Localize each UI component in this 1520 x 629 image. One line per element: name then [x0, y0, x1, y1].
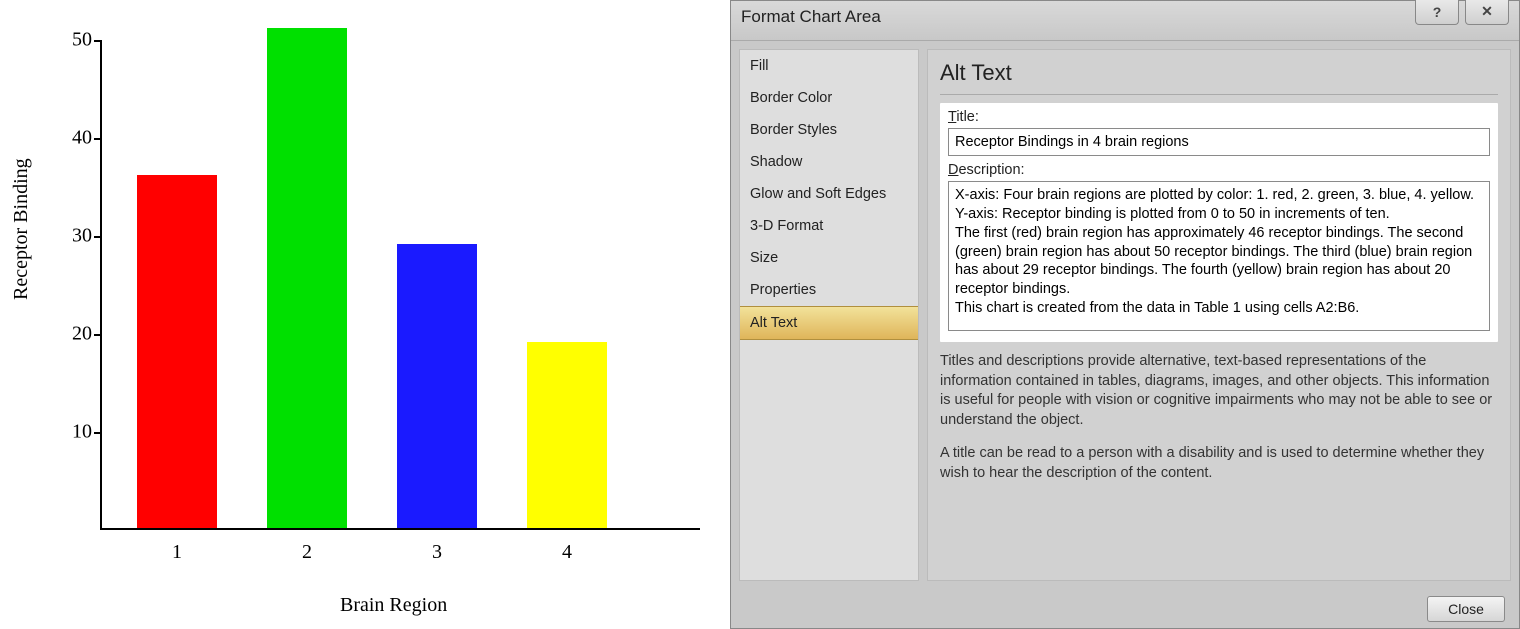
- y-tick-label: 20: [52, 323, 92, 346]
- titlebar: Format Chart Area ? ✕: [731, 1, 1519, 41]
- close-window-button[interactable]: ✕: [1465, 0, 1509, 25]
- format-chart-area-dialog: Format Chart Area ? ✕ FillBorder ColorBo…: [730, 0, 1520, 629]
- alt-text-panel: Alt Text Title: Description: Titles and …: [927, 49, 1511, 581]
- y-tick-label: 30: [52, 225, 92, 248]
- bar-3: [397, 244, 477, 528]
- sidebar-item-size[interactable]: Size: [740, 242, 918, 274]
- sidebar-item-border-styles[interactable]: Border Styles: [740, 114, 918, 146]
- title-field-label: Title:: [948, 109, 1490, 125]
- x-axis-label: Brain Region: [340, 594, 447, 617]
- y-tick-label: 10: [52, 421, 92, 444]
- sidebar-item-glow-and-soft-edges[interactable]: Glow and Soft Edges: [740, 178, 918, 210]
- panel-heading: Alt Text: [940, 56, 1498, 95]
- bar-4: [527, 342, 607, 528]
- bar-1: [137, 175, 217, 528]
- y-tick-label: 50: [52, 29, 92, 52]
- y-tick: [94, 334, 102, 336]
- info-paragraph-1: Titles and descriptions provide alternat…: [940, 352, 1498, 430]
- y-tick: [94, 40, 102, 42]
- info-text: Titles and descriptions provide alternat…: [940, 352, 1498, 483]
- x-tick-label: 1: [137, 541, 217, 564]
- dialog-body: FillBorder ColorBorder StylesShadowGlow …: [731, 41, 1519, 589]
- alt-text-description-input[interactable]: [948, 181, 1490, 331]
- dialog-title: Format Chart Area: [741, 7, 881, 27]
- sidebar-item-shadow[interactable]: Shadow: [740, 146, 918, 178]
- y-tick: [94, 236, 102, 238]
- sidebar: FillBorder ColorBorder StylesShadowGlow …: [739, 49, 919, 581]
- help-button[interactable]: ?: [1415, 0, 1459, 25]
- sidebar-item-3-d-format[interactable]: 3-D Format: [740, 210, 918, 242]
- dialog-panel: Format Chart Area ? ✕ FillBorder ColorBo…: [730, 0, 1520, 629]
- y-tick: [94, 432, 102, 434]
- y-tick-label: 40: [52, 127, 92, 150]
- alt-text-title-input[interactable]: [948, 128, 1490, 156]
- plot-area: 10203040501234: [100, 40, 700, 530]
- bar-2: [267, 28, 347, 528]
- sidebar-item-alt-text[interactable]: Alt Text: [740, 306, 918, 340]
- sidebar-item-properties[interactable]: Properties: [740, 274, 918, 306]
- x-tick-label: 3: [397, 541, 477, 564]
- description-field-label: Description:: [948, 162, 1490, 178]
- sidebar-item-border-color[interactable]: Border Color: [740, 82, 918, 114]
- sidebar-item-fill[interactable]: Fill: [740, 50, 918, 82]
- x-tick-label: 4: [527, 541, 607, 564]
- chart-panel: Receptor Binding 10203040501234 Brain Re…: [0, 0, 730, 629]
- dialog-footer: Close: [731, 589, 1519, 629]
- info-paragraph-2: A title can be read to a person with a d…: [940, 444, 1498, 483]
- bars-container: [102, 40, 700, 528]
- y-axis-label: Receptor Binding: [10, 158, 33, 300]
- fields-group: Title: Description:: [940, 103, 1498, 342]
- y-tick: [94, 138, 102, 140]
- x-tick-label: 2: [267, 541, 347, 564]
- close-button[interactable]: Close: [1427, 596, 1505, 622]
